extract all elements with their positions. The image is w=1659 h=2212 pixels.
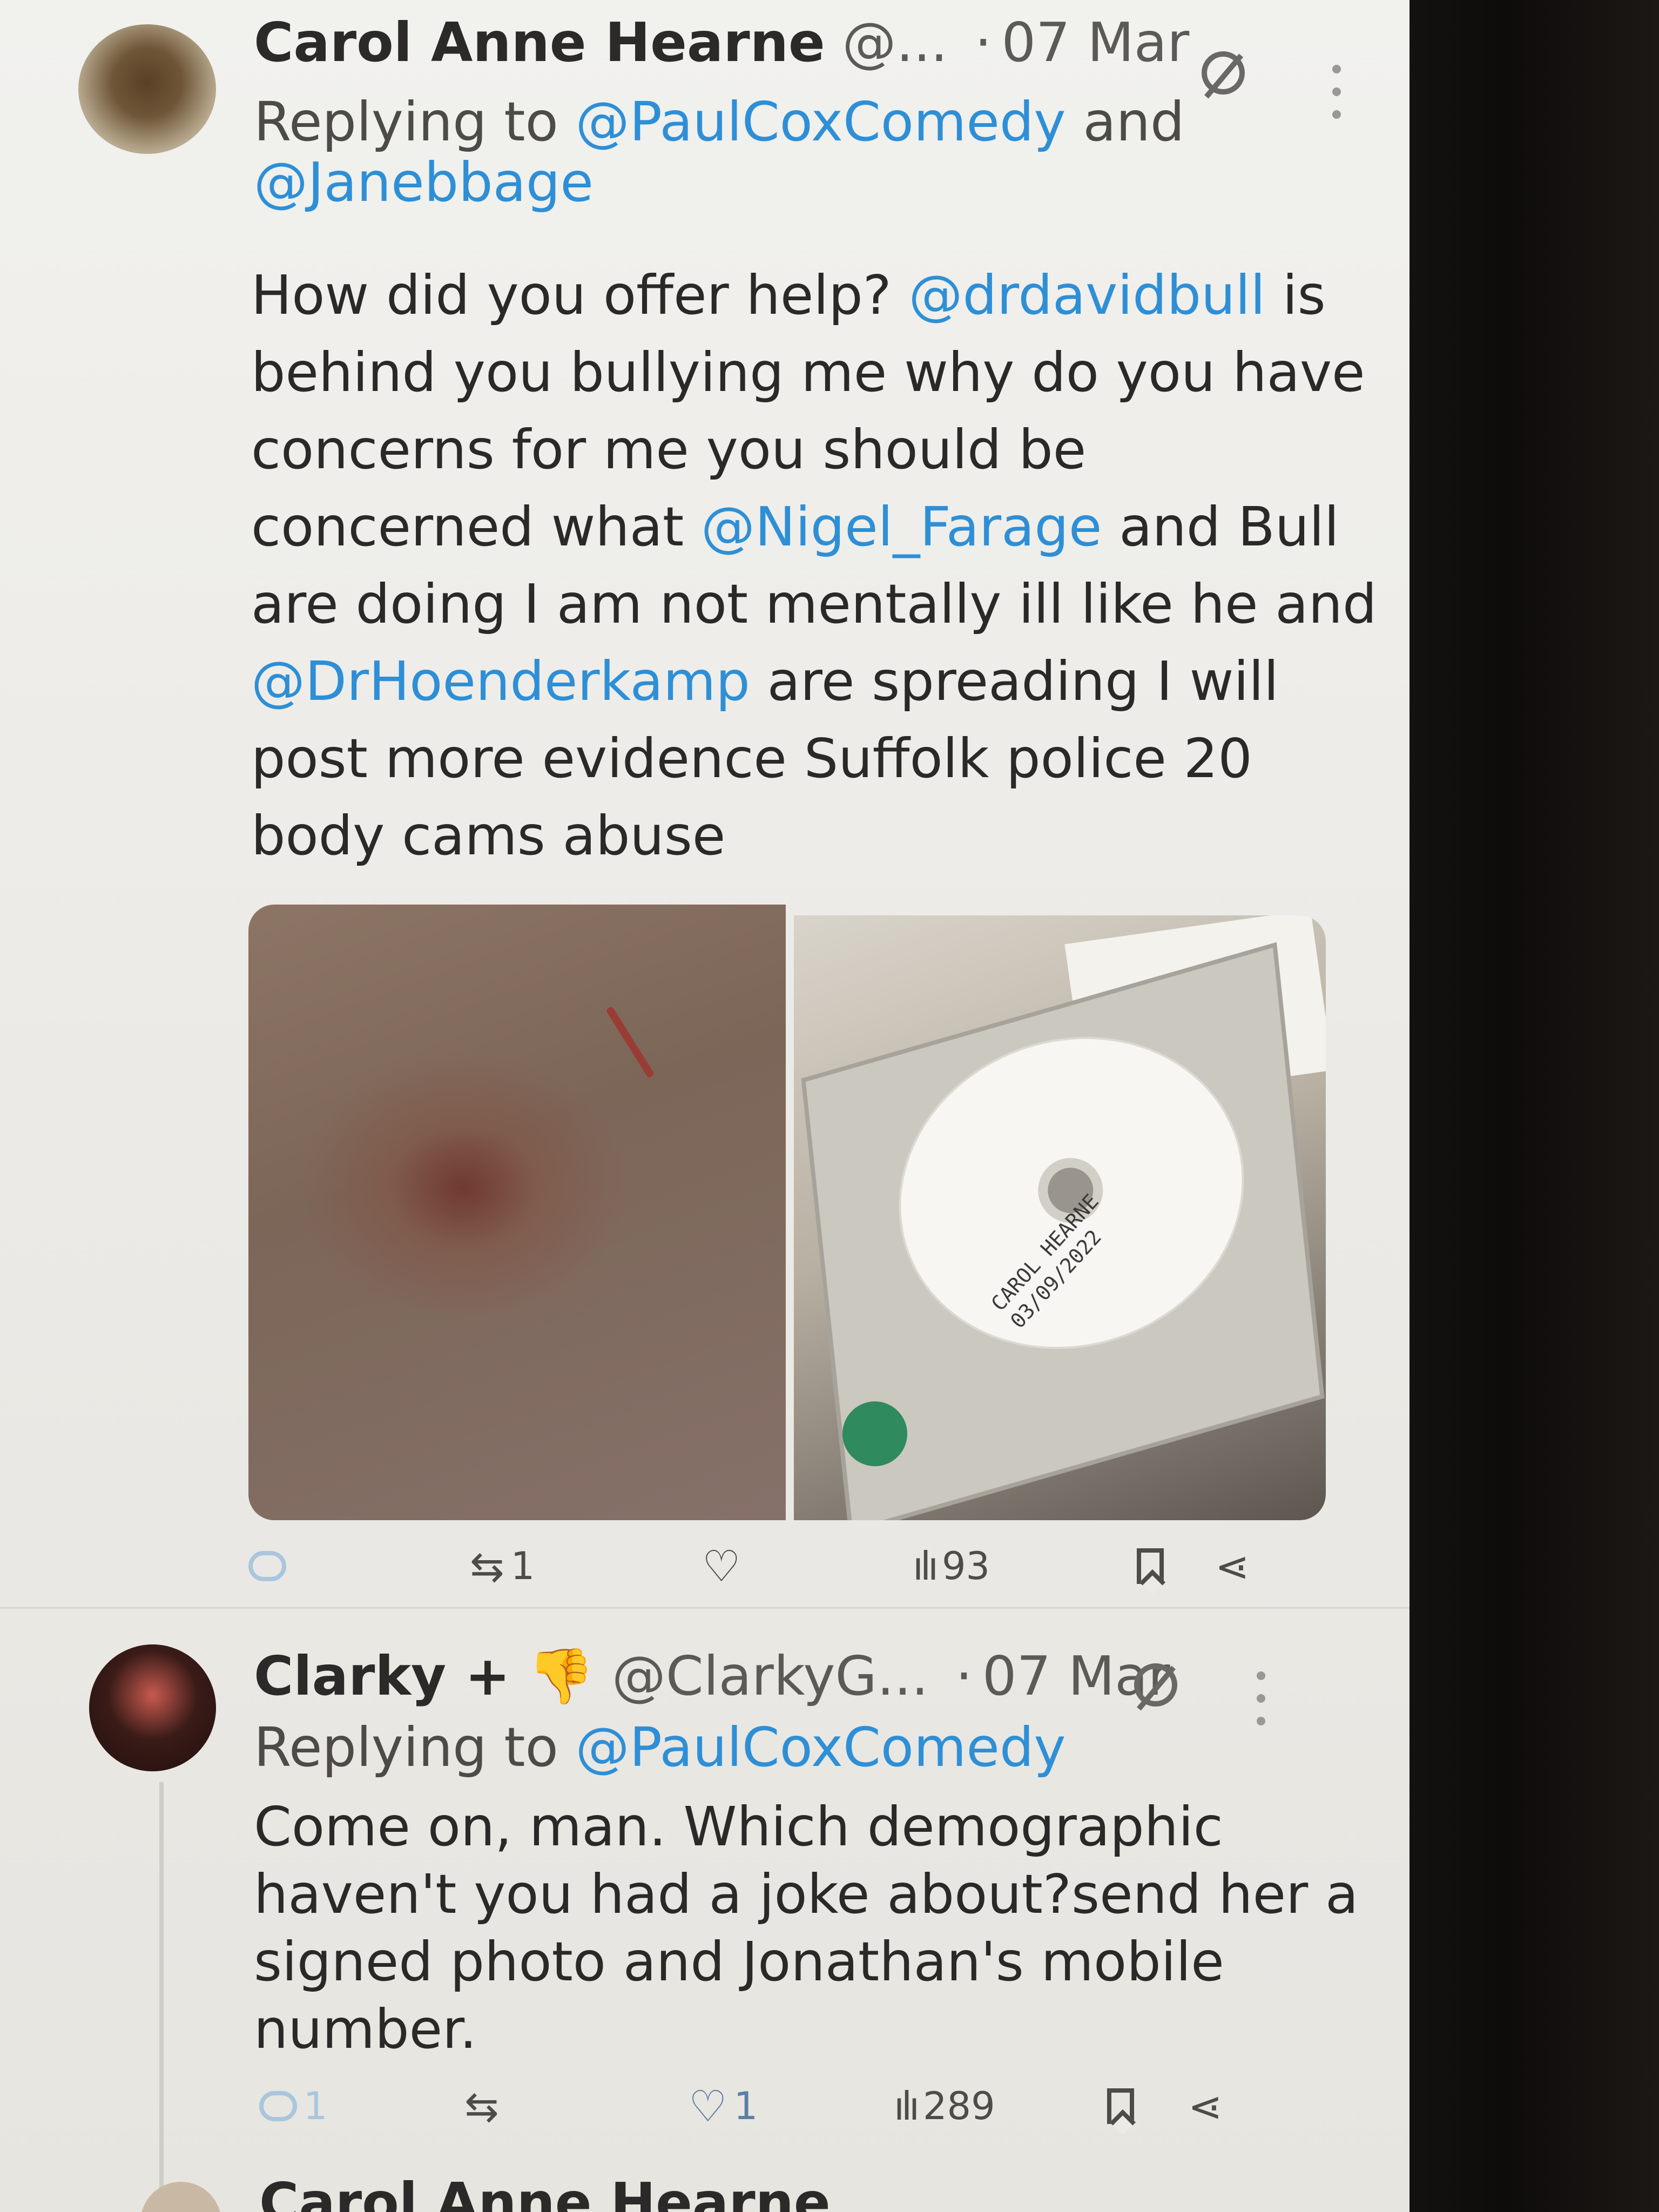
grok-icon[interactable] xyxy=(1202,51,1245,95)
body-text: are doing I am not mentally ill like he … xyxy=(251,572,1377,636)
tweet-actions: ⇆ 1 ♡ ılı 93 ⋖ xyxy=(248,1534,1301,1599)
author-handle[interactable]: @ClarkyG... xyxy=(612,1644,928,1708)
mention-link[interactable]: @Nigel_Farage xyxy=(701,495,1102,558)
bar-chart-icon: ılı xyxy=(894,2083,920,2129)
replying-and: and xyxy=(1083,90,1185,153)
like-button[interactable]: ♡ xyxy=(702,1534,741,1599)
media-grid: CAROL HEARNE 03/09/2022 xyxy=(248,905,1326,1520)
retweet-button[interactable]: ⇆ 1 xyxy=(470,1534,535,1599)
body-text: concerned what xyxy=(251,495,684,558)
reply-button[interactable] xyxy=(248,1534,286,1599)
reply-icon xyxy=(259,2091,297,2121)
bookmark-button[interactable] xyxy=(1137,1534,1164,1599)
avatar[interactable] xyxy=(89,1644,216,1771)
tweet-actions: 1 ⇆ ♡ 1 ılı 289 ⋖ xyxy=(248,2074,1301,2139)
like-button[interactable]: ♡ 1 xyxy=(689,2074,758,2139)
retweet-count: 1 xyxy=(510,1544,535,1588)
retweet-icon: ⇆ xyxy=(464,2082,499,2130)
body-text: number. xyxy=(254,1998,477,2061)
bookmark-icon xyxy=(1137,1548,1164,1584)
bookmark-icon xyxy=(1107,2088,1134,2124)
like-count: 1 xyxy=(733,2084,758,2128)
media-image-dvd[interactable]: CAROL HEARNE 03/09/2022 xyxy=(794,915,1326,1520)
tweet-header: Carol Anne Hearne @... · 07 Mar xyxy=(254,11,1189,74)
share-button[interactable]: ⋖ xyxy=(1215,1534,1250,1599)
views-button[interactable]: ılı 93 xyxy=(913,1534,990,1599)
reply-count: 1 xyxy=(304,2084,328,2128)
reply-button[interactable]: 1 xyxy=(259,2074,328,2139)
body-text: behind you bullying me why do you have xyxy=(251,341,1365,404)
heart-icon: ♡ xyxy=(702,1541,741,1591)
body-text: is xyxy=(1282,264,1326,327)
body-text: concerns for me you should be xyxy=(251,418,1087,481)
body-text: signed photo and Jonathan's mobile xyxy=(254,1930,1224,1993)
tweet-body: How did you offer help? @drdavidbull is … xyxy=(251,257,1377,874)
thumbs-down-emoji: 👎 xyxy=(527,1644,595,1708)
body-text: are spreading I will xyxy=(767,650,1279,713)
body-text: haven't you had a joke about?send her a xyxy=(254,1863,1359,1926)
views-button[interactable]: ılı 289 xyxy=(894,2074,995,2139)
replying-to: Replying to @PaulCoxComedy xyxy=(254,1717,1066,1778)
replying-to: Replying to @PaulCoxComedy and @Janebbag… xyxy=(254,92,1184,213)
retweet-icon: ⇆ xyxy=(470,1542,504,1590)
mention-link[interactable]: @Janebbage xyxy=(254,151,594,214)
body-text: and Bull xyxy=(1119,495,1339,558)
phone-screen: Carol Anne Hearne @... · 07 Mar Replying … xyxy=(0,0,1410,2212)
author-name[interactable]: Carol Anne Hearne xyxy=(259,2171,831,2212)
share-icon: ⋖ xyxy=(1215,1542,1250,1590)
mention-link[interactable]: @PaulCoxComedy xyxy=(576,90,1066,153)
avatar[interactable] xyxy=(78,24,216,154)
body-text: post more evidence Suffolk police 20 xyxy=(251,727,1252,790)
retweet-button[interactable]: ⇆ xyxy=(464,2074,499,2139)
author-handle[interactable]: @... xyxy=(842,11,948,74)
mention-link[interactable]: @DrHoenderkamp xyxy=(251,650,750,713)
body-text: body cams abuse xyxy=(251,804,726,867)
thread-line xyxy=(159,1782,164,2193)
bookmark-button[interactable] xyxy=(1107,2074,1134,2139)
replying-label: Replying to xyxy=(254,90,558,153)
tweet-body: Come on, man. Which demographic haven't … xyxy=(254,1793,1358,2063)
author-name[interactable]: Clarky + xyxy=(254,1644,510,1708)
more-icon[interactable] xyxy=(1256,1671,1266,1725)
more-icon[interactable] xyxy=(1331,65,1342,119)
avatar[interactable] xyxy=(140,2182,221,2212)
body-text: How did you offer help? xyxy=(251,264,892,327)
separator: · xyxy=(974,11,992,74)
mention-link[interactable]: @drdavidbull xyxy=(909,264,1265,327)
media-image-bruise[interactable] xyxy=(248,905,786,1520)
replying-label: Replying to xyxy=(254,1716,558,1779)
scratch-mark xyxy=(605,1006,655,1079)
grok-icon[interactable] xyxy=(1134,1663,1177,1707)
body-text: Come on, man. Which demographic xyxy=(254,1795,1223,1858)
view-count: 289 xyxy=(923,2084,995,2128)
mention-link[interactable]: @PaulCoxComedy xyxy=(576,1716,1066,1779)
green-badge xyxy=(842,1401,907,1466)
photo-background xyxy=(1404,0,1659,2212)
tweet-date[interactable]: 07 Mar xyxy=(1001,11,1189,74)
author-name[interactable]: Carol Anne Hearne xyxy=(254,11,825,74)
reply-icon xyxy=(248,1551,286,1581)
bar-chart-icon: ılı xyxy=(913,1543,939,1589)
share-button[interactable]: ⋖ xyxy=(1188,2074,1223,2139)
separator: · xyxy=(955,1644,973,1708)
heart-icon: ♡ xyxy=(689,2081,727,2132)
tweet-header: Clarky + 👎 @ClarkyG... · 07 Mar xyxy=(254,1644,1170,1708)
view-count: 93 xyxy=(942,1544,990,1588)
share-icon: ⋖ xyxy=(1188,2082,1223,2130)
tweet-divider xyxy=(0,1607,1410,1609)
